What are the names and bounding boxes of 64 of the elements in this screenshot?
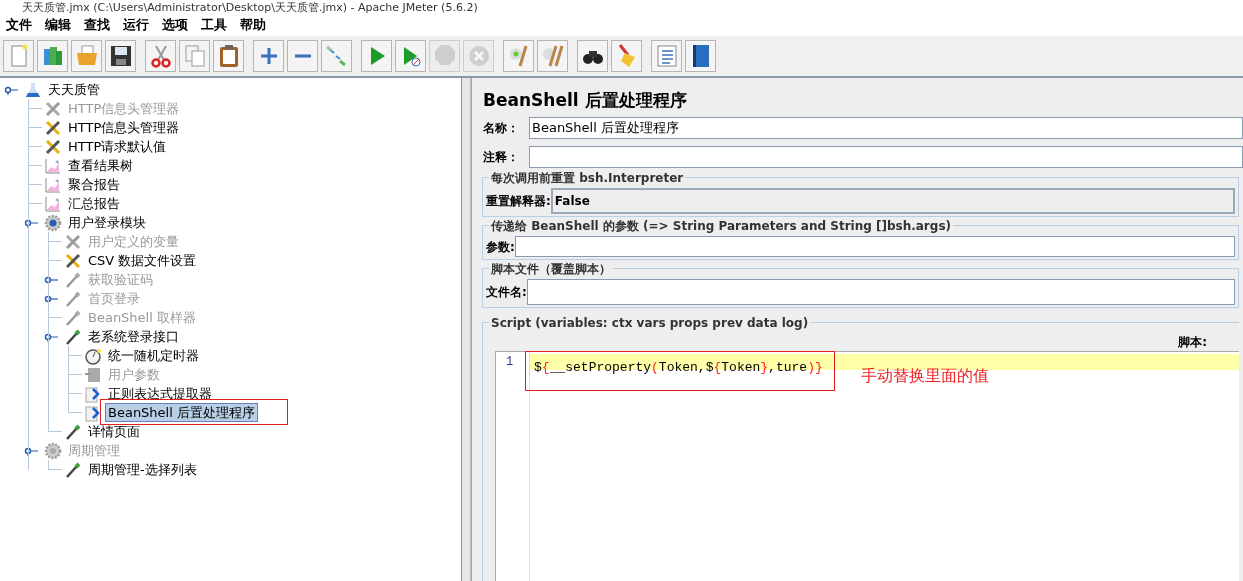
field-label: 注释：	[483, 149, 520, 166]
field-label: 重置解释器:	[486, 193, 551, 210]
name-field[interactable]: BeanShell 后置处理程序	[529, 117, 1243, 139]
stopwatch-icon	[84, 346, 102, 365]
field-label: 文件名:	[486, 284, 527, 301]
flask-icon	[24, 80, 42, 99]
tree-item[interactable]: HTTP信息头管理器	[65, 118, 183, 137]
toolbar-button[interactable]	[577, 40, 608, 72]
group-legend: 脚本文件（覆盖脚本）	[489, 260, 613, 278]
tree-item[interactable]: 天天质管	[45, 80, 103, 99]
group-legend: 传递给 BeanShell 的参数 (=> String Parameters and String []bsh.args)	[489, 217, 953, 235]
menu-item[interactable]: 帮助	[240, 15, 266, 35]
filename-field[interactable]	[526, 279, 1235, 305]
menu-item[interactable]: 工具	[201, 15, 227, 35]
tree-item[interactable]: CSV 数据文件设置	[85, 251, 200, 270]
pipette-icon	[64, 289, 82, 308]
group-legend: Script (variables: ctx vars props prev data log)	[489, 314, 811, 332]
tree-item[interactable]: 汇总报告	[65, 194, 123, 213]
pipette-icon	[64, 308, 82, 327]
line-number: 1	[505, 354, 515, 370]
pipette-icon	[64, 327, 82, 346]
wrench-screwdriver-icon	[44, 99, 62, 118]
gear-icon	[44, 213, 62, 232]
toolbar-button[interactable]	[685, 40, 716, 72]
tree-item[interactable]: 详情页面	[85, 422, 143, 441]
wrench-screwdriver-icon	[44, 118, 62, 137]
chart-icon	[44, 175, 62, 194]
menu-item[interactable]: 选项	[162, 15, 188, 35]
menu-item[interactable]: 文件	[6, 15, 32, 35]
chart-icon	[44, 156, 62, 175]
tree-toggle-handle[interactable]	[44, 331, 60, 342]
wrench-screwdriver-icon	[64, 232, 82, 251]
tree-item[interactable]: HTTP请求默认值	[65, 137, 170, 156]
tree-item[interactable]: 老系统登录接口	[85, 327, 182, 346]
minus-icon	[293, 54, 312, 58]
field-label: 名称：	[483, 120, 520, 137]
menu-item[interactable]: 查找	[84, 15, 110, 35]
pipette-icon	[64, 460, 82, 479]
tree-toggle-handle[interactable]	[4, 84, 20, 95]
tree-item[interactable]: 用户登录模块	[65, 213, 149, 232]
pipette-icon	[64, 422, 82, 441]
wrench-screwdriver-icon	[44, 137, 62, 156]
code-line: ${__setProperty(Token,${Token},ture)}	[534, 360, 823, 375]
field-label: 脚本:	[1178, 334, 1207, 351]
tree-toggle-handle[interactable]	[24, 217, 40, 228]
reset-interpreter-dropdown[interactable]: False	[550, 188, 1235, 214]
toolbar-button[interactable]	[105, 40, 136, 72]
menu-item[interactable]: 运行	[123, 15, 149, 35]
wrench-screwdriver-icon	[64, 251, 82, 270]
tree-item[interactable]: BeanShell 后置处理程序	[105, 403, 258, 422]
gear-icon	[44, 441, 62, 460]
panel-title: BeanShell 后置处理程序	[482, 89, 688, 112]
tree-item[interactable]: 统一随机定时器	[105, 346, 202, 365]
group-legend: 每次调用前重置 bsh.Interpreter	[489, 169, 686, 187]
menu-item[interactable]: 编辑	[45, 15, 71, 35]
parameters-field[interactable]	[514, 236, 1235, 257]
window-title: 天天质管.jmx (C:\Users\Administrator\Desktop\天天质管.jmx) - Apache JMeter (5.6.2)	[22, 2, 478, 14]
pipette-icon	[64, 270, 82, 289]
tree-item[interactable]: 聚合报告	[65, 175, 123, 194]
chart-icon	[44, 194, 62, 213]
annotation-text: 手动替换里面的值	[861, 365, 989, 387]
tree-item[interactable]: 查看结果树	[65, 156, 136, 175]
field-label: 参数:	[486, 238, 515, 256]
comment-field[interactable]	[529, 146, 1243, 168]
